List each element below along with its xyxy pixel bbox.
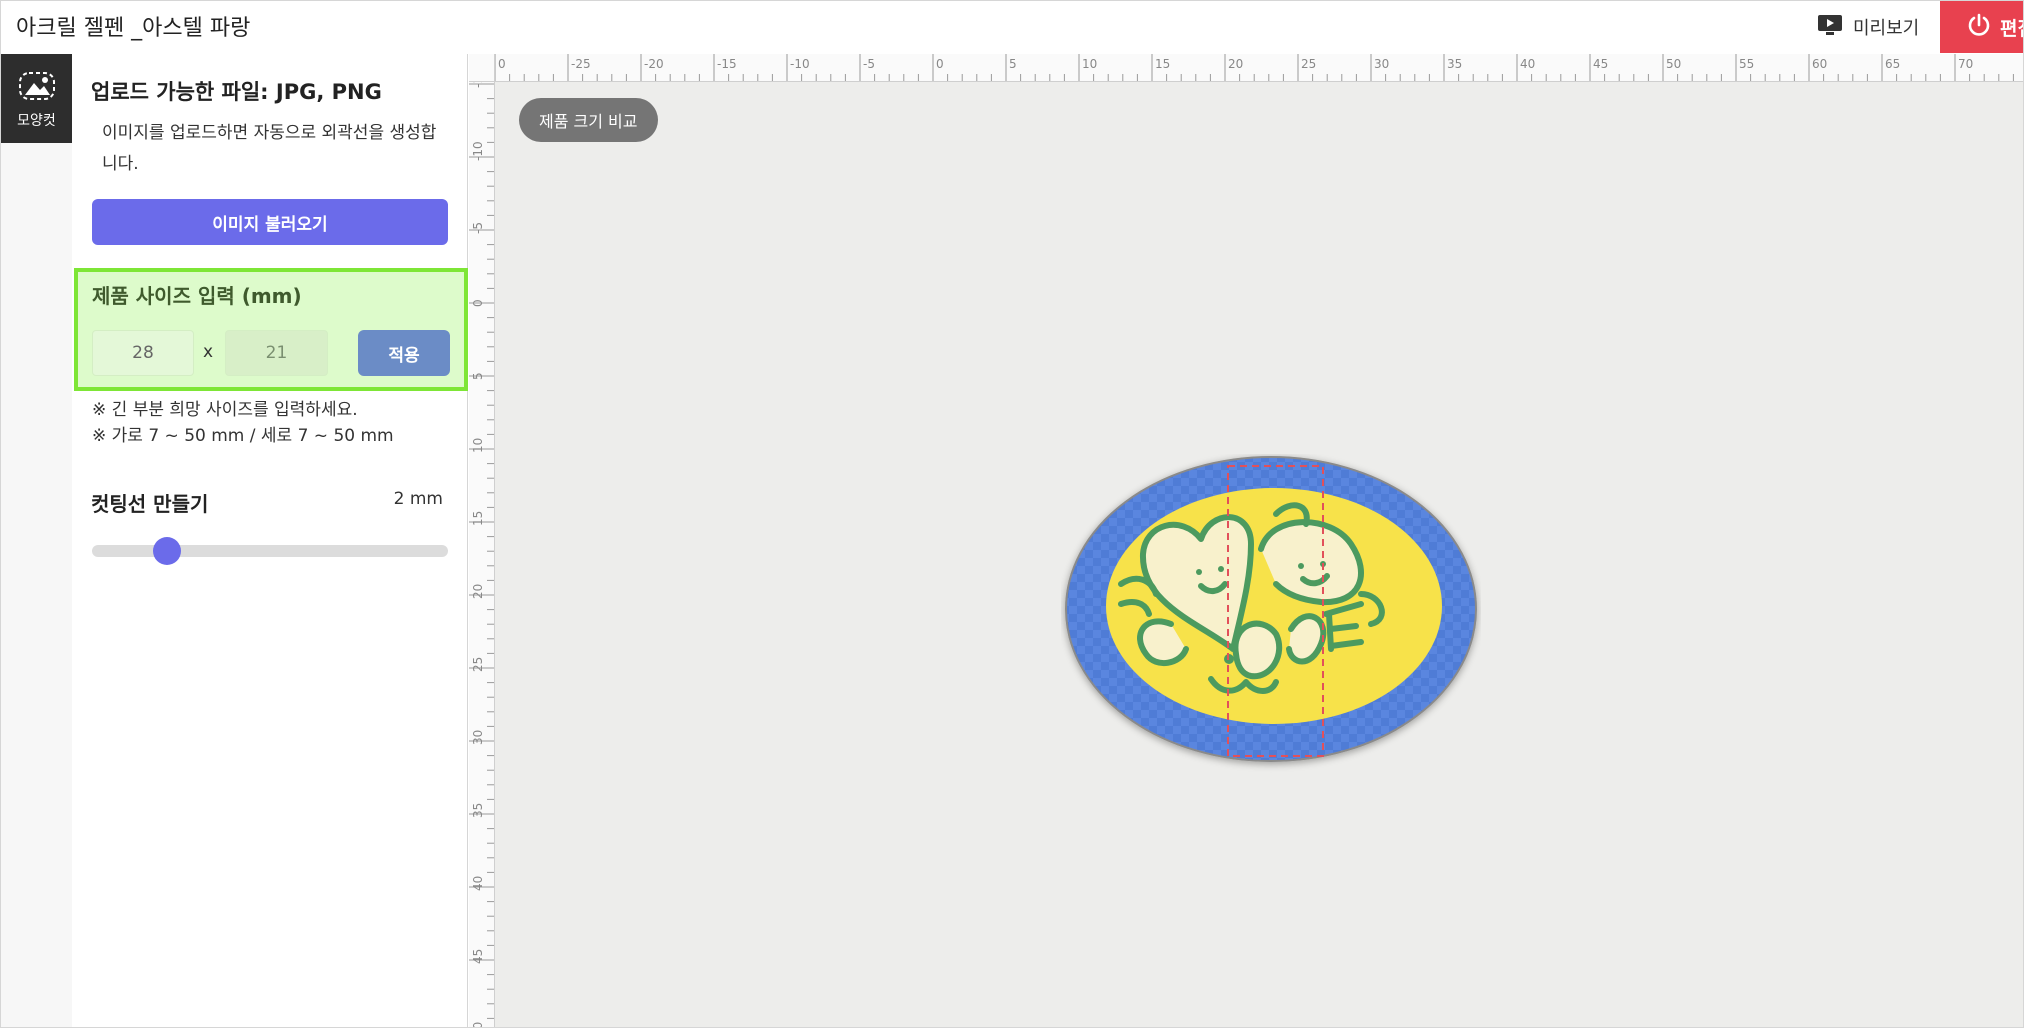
ruler-left-label: 15 xyxy=(471,511,485,526)
ruler-top-label: 15 xyxy=(1155,57,1170,71)
ruler-top-label: 65 xyxy=(1885,57,1900,71)
tool-rail: 모양컷 xyxy=(1,54,72,1027)
ruler-top-label: 35 xyxy=(1447,57,1462,71)
ruler-left-label: 10 xyxy=(471,438,485,453)
top-bar: 아크릴 젤펜 _아스텔 파랑 미리보기 편집 xyxy=(1,1,2023,53)
upload-title: 업로드 가능한 파일: JPG, PNG xyxy=(91,80,382,104)
compare-size-button[interactable]: 제품 크기 비교 xyxy=(519,98,658,142)
load-image-button[interactable]: 이미지 불러오기 xyxy=(92,199,448,245)
edit-button[interactable]: 편집 xyxy=(1940,1,2023,53)
ruler-top-label: 45 xyxy=(1593,57,1608,71)
cutline-slider-thumb[interactable] xyxy=(152,537,181,565)
sticker-preview[interactable] xyxy=(1061,454,1481,774)
width-input[interactable] xyxy=(92,330,194,376)
size-note-range: ※ 가로 7 ~ 50 mm / 세로 7 ~ 50 mm xyxy=(92,426,394,446)
ruler-top-label: 50 xyxy=(1666,57,1681,71)
ruler-top-label: 0 xyxy=(498,57,506,71)
ruler-left-label: -10 xyxy=(471,141,485,161)
ruler-left-label: 25 xyxy=(471,657,485,672)
canvas-area[interactable]: 0 -25 -20 -15 -10 -5 0 5 10 15 20 25 30 35 40 45 50 55 60 6… xyxy=(469,54,2023,1028)
ruler-top-label: 55 xyxy=(1739,57,1754,71)
ruler-left-label: 0 xyxy=(471,299,485,307)
ruler-horizontal: 0 -25 -20 -15 -10 -5 0 5 10 15 20 25 30 35 40 45 50 55 60 6… xyxy=(469,54,2023,82)
ruler-left-label: 35 xyxy=(471,803,485,818)
ruler-top-label: 10 xyxy=(1082,57,1097,71)
preview-button[interactable]: 미리보기 xyxy=(1817,11,1919,43)
ruler-corner xyxy=(469,54,495,82)
edit-label: 편집 xyxy=(2000,17,2023,40)
ruler-top-label: -20 xyxy=(644,57,664,71)
ruler-top-label: 0 xyxy=(936,57,944,71)
ruler-top-label: -15 xyxy=(717,57,737,71)
size-input-section: 제품 사이즈 입력 (mm) x 적용 xyxy=(74,268,468,391)
ruler-left-label: 30 xyxy=(471,730,485,745)
rail-item-label: 모양컷 xyxy=(17,112,56,129)
settings-panel: 업로드 가능한 파일: JPG, PNG 이미지를 업로드하면 자동으로 외곽선… xyxy=(72,54,468,1027)
preview-label: 미리보기 xyxy=(1853,18,1920,39)
ruler-top-label: -5 xyxy=(863,57,875,71)
cutline-slider[interactable] xyxy=(92,537,448,565)
ruler-top-label: 20 xyxy=(1228,57,1243,71)
ruler-top-label: 40 xyxy=(1520,57,1535,71)
ruler-left-label: 40 xyxy=(471,876,485,891)
ruler-top-label: 60 xyxy=(1812,57,1827,71)
size-note-long-side: ※ 긴 부분 희망 사이즈를 입력하세요. xyxy=(92,400,358,420)
ruler-left-label: 5 xyxy=(471,372,485,380)
upload-description: 이미지를 업로드하면 자동으로 외곽선을 생성합니다. xyxy=(102,123,437,174)
ruler-top-label: 5 xyxy=(1009,57,1017,71)
apply-size-button[interactable]: 적용 xyxy=(358,330,450,376)
cutline-title: 컷팅선 만들기 xyxy=(91,492,209,516)
ruler-left-label: 45 xyxy=(471,949,485,964)
ruler-top-label: 30 xyxy=(1374,57,1389,71)
ruler-vertical: -15-10-505101520253035404550 xyxy=(469,54,495,1028)
height-input[interactable] xyxy=(225,330,328,376)
ruler-top-label: -25 xyxy=(571,57,591,71)
image-cut-icon xyxy=(17,68,57,106)
ruler-left-label: 50 xyxy=(471,1022,485,1028)
ruler-top-label: 70 xyxy=(1958,57,1973,71)
power-icon xyxy=(1966,12,1992,42)
ruler-top-label: -10 xyxy=(790,57,810,71)
ruler-left-label: 20 xyxy=(471,584,485,599)
product-title: 아크릴 젤펜 _아스텔 파랑 xyxy=(16,16,251,41)
cutline-value: 2 mm xyxy=(393,489,443,509)
ruler-top-label: 25 xyxy=(1301,57,1316,71)
ruler-left-label: -5 xyxy=(471,222,485,234)
app-window: 아크릴 젤펜 _아스텔 파랑 미리보기 편집 xyxy=(0,0,2024,1028)
monitor-play-icon xyxy=(1817,14,1843,40)
size-separator: x xyxy=(203,342,214,362)
rail-item-shape-cut[interactable]: 모양컷 xyxy=(1,54,72,143)
size-title: 제품 사이즈 입력 (mm) xyxy=(92,284,302,308)
